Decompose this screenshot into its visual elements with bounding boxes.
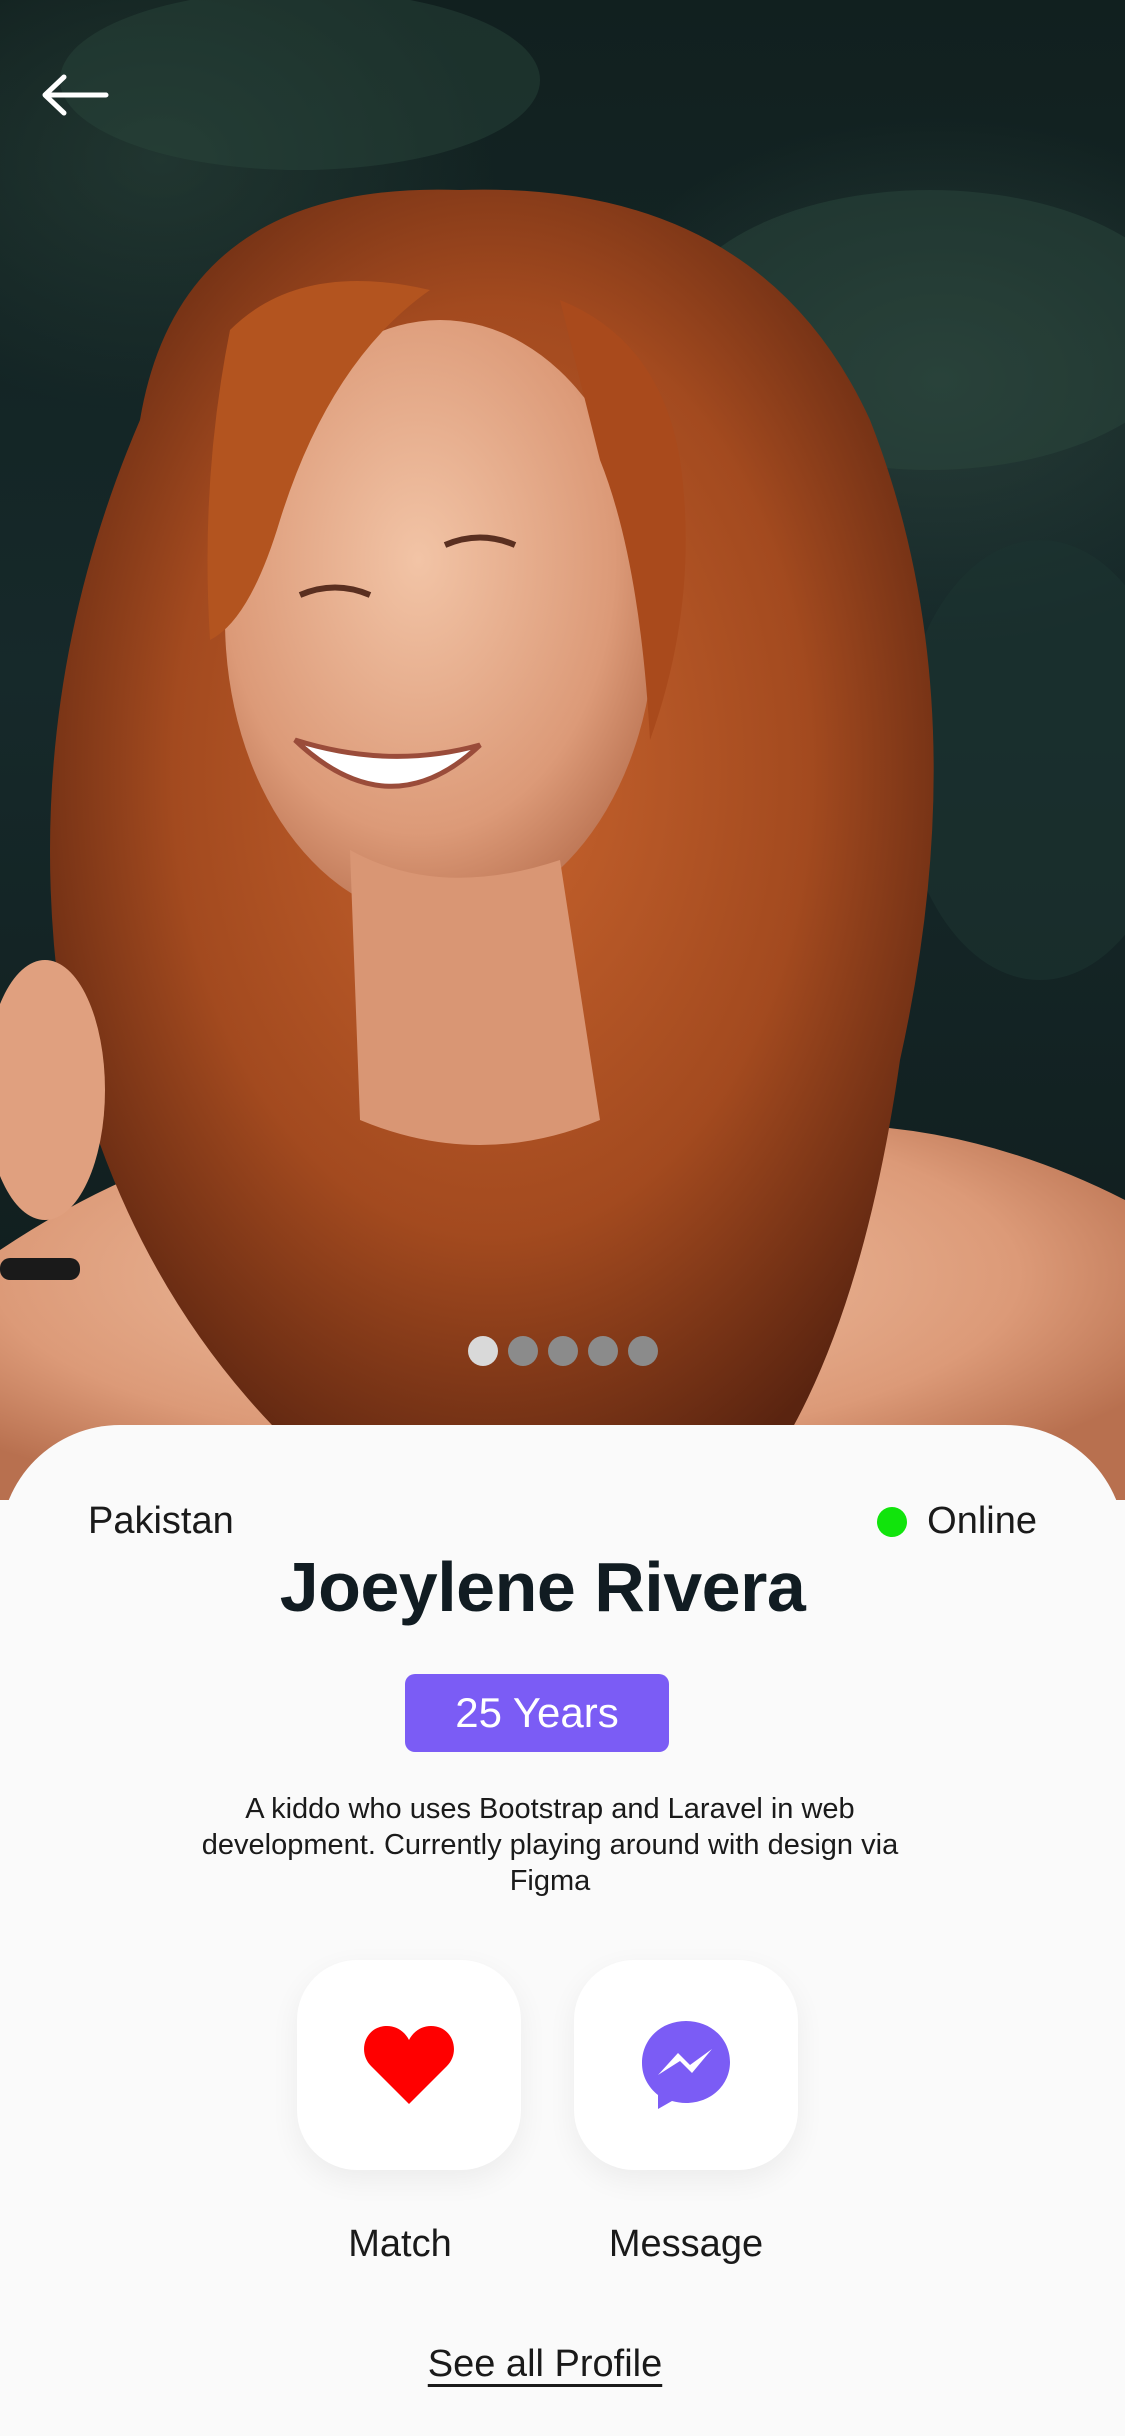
age-badge: 25 Years (405, 1674, 669, 1752)
arrow-left-icon (42, 74, 109, 116)
carousel-dot[interactable] (627, 1336, 658, 1366)
carousel-dot[interactable] (507, 1336, 538, 1366)
carousel-dot[interactable] (547, 1336, 578, 1366)
match-label: Match (348, 2223, 452, 2265)
carousel-dot[interactable] (467, 1336, 498, 1366)
status-dot-icon (877, 1506, 908, 1537)
back-button[interactable] (30, 60, 120, 130)
see-all-profile: See all Profile (0, 2343, 1090, 2386)
profile-bio: A kiddo who uses Bootstrap and Laravel i… (201, 1793, 899, 1897)
country-label: Pakistan (88, 1500, 234, 1542)
see-all-profile-link[interactable]: See all Profile (428, 2343, 662, 2385)
profile-card: Pakistan Online Joeylene Rivera 25 Years… (0, 1425, 1125, 2436)
heart-icon (364, 2026, 454, 2104)
online-status: Online (877, 1500, 1037, 1543)
status-label: Online (927, 1500, 1037, 1542)
carousel-indicator (0, 1336, 1125, 1366)
carousel-dot[interactable] (587, 1336, 618, 1366)
match-button[interactable] (297, 1960, 521, 2170)
profile-name: Joeylene Rivera (279, 1548, 806, 1626)
message-button[interactable] (574, 1960, 798, 2170)
message-label: Message (608, 2223, 764, 2265)
messenger-icon (642, 2021, 730, 2109)
portrait-illustration (0, 0, 1125, 1500)
profile-photo (0, 0, 1125, 1500)
